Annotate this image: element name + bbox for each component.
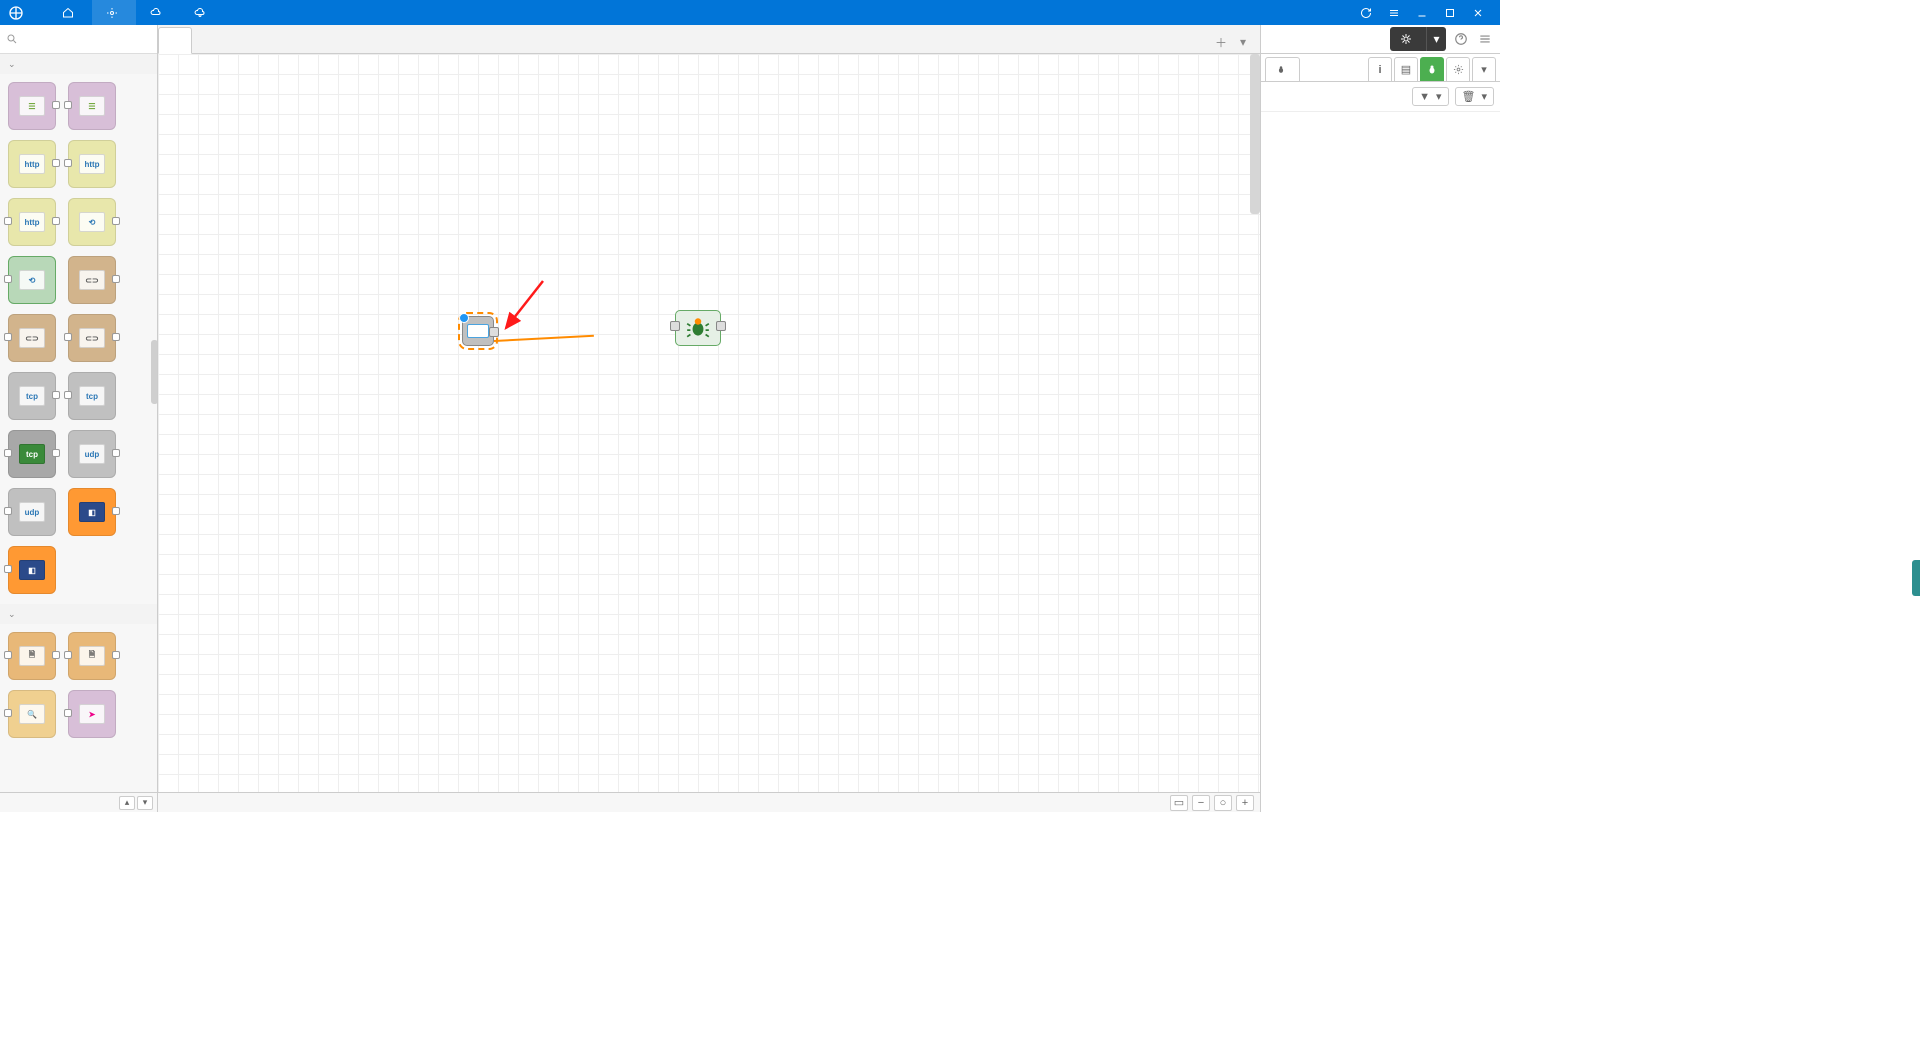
tabs-row: ＋ ▾ — [158, 25, 1260, 54]
node-port-out[interactable] — [489, 327, 499, 337]
tab-info-button[interactable]: i — [1368, 57, 1392, 81]
palette-node-http-in[interactable]: http — [8, 140, 56, 188]
palette: ⌄ ☰ ☰ http http http ⟲ ⟲ ⊂⊃ ⊂⊃ ⊂⊃ — [0, 25, 158, 812]
menu-collect[interactable] — [92, 0, 136, 25]
menu-home[interactable] — [48, 0, 92, 25]
filter-all-button[interactable]: 🗑 ▾ — [1455, 87, 1495, 106]
menu-cloudconf[interactable] — [180, 0, 224, 25]
palette-node-amqp-out[interactable]: ◧ — [8, 546, 56, 594]
palette-node-websocket[interactable]: ⟲ — [68, 198, 116, 246]
cloud-icon — [150, 7, 162, 19]
palette-node-udp-out[interactable]: udp — [8, 488, 56, 536]
tab-debug[interactable] — [1265, 57, 1300, 81]
map-toggle-button[interactable]: ▭ — [1170, 795, 1188, 811]
app-logo-icon — [8, 5, 24, 21]
flow-node-debug[interactable] — [675, 310, 721, 349]
menu-cloud[interactable] — [136, 0, 180, 25]
palette-scrollbar[interactable] — [151, 340, 157, 404]
right-filters: ▼ ▾ 🗑 ▾ — [1261, 82, 1500, 112]
right-tabs: i ▤ ▾ — [1261, 54, 1500, 82]
tcp-icon — [467, 324, 489, 338]
palette-node-udp-in[interactable]: udp — [68, 430, 116, 478]
palette-node-amqp-in[interactable]: ◧ — [68, 488, 116, 536]
search-icon — [6, 33, 18, 45]
maximize-icon[interactable] — [1436, 0, 1464, 25]
annotation-arrow-icon — [498, 276, 548, 336]
canvas-scrollbar[interactable] — [1250, 54, 1260, 214]
zoom-in-button[interactable]: + — [1236, 795, 1254, 811]
palette-footer: ▴ ▾ — [0, 792, 157, 812]
filter-icon: ▼ — [1419, 91, 1430, 103]
palette-node-serial-out[interactable]: ⊂⊃ — [8, 314, 56, 362]
node-port-in[interactable] — [670, 321, 680, 331]
chevron-down-icon: ⌄ — [8, 609, 16, 620]
palette-node-serial-request[interactable]: ⊂⊃ — [68, 314, 116, 362]
palette-search-input[interactable] — [22, 32, 151, 46]
palette-node-websocket2[interactable]: ⟲ — [8, 256, 56, 304]
flow-canvas[interactable] — [158, 54, 1260, 792]
gear-icon — [1453, 64, 1464, 75]
bug-icon — [1426, 64, 1438, 76]
close-icon[interactable] — [1464, 0, 1492, 25]
collect-icon — [106, 7, 118, 19]
bug-icon — [683, 315, 713, 341]
topbar — [0, 0, 1500, 25]
chevron-down-icon: ⌄ — [8, 59, 16, 70]
zoom-out-button[interactable]: − — [1192, 795, 1210, 811]
chevron-down-icon: ▾ — [1481, 90, 1487, 103]
deploy-button[interactable] — [1390, 27, 1426, 51]
palette-node-tcp-out[interactable]: tcp — [68, 372, 116, 420]
palette-search[interactable] — [0, 25, 157, 54]
palette-node-mqtt-in[interactable]: ☰ — [8, 82, 56, 130]
debug-panel-body — [1261, 112, 1500, 812]
node-port-out[interactable] — [716, 321, 726, 331]
category-network[interactable]: ⌄ — [0, 54, 157, 74]
minimize-icon[interactable] — [1408, 0, 1436, 25]
palette-node-mqtt-out[interactable]: ☰ — [68, 82, 116, 130]
statusbar: ▭ − ○ + — [158, 792, 1260, 812]
menu-icon[interactable] — [1476, 30, 1494, 48]
palette-up-button[interactable]: ▴ — [119, 796, 135, 810]
zoom-reset-button[interactable]: ○ — [1214, 795, 1232, 811]
palette-node-serial-in[interactable]: ⊂⊃ — [68, 256, 116, 304]
trash-icon: 🗑 — [1462, 90, 1476, 103]
help-icon[interactable] — [1452, 30, 1470, 48]
add-tab-button[interactable]: ＋ — [1210, 31, 1232, 53]
palette-node-tcp-request[interactable]: tcp — [8, 430, 56, 478]
filter-nodes-button[interactable]: ▼ ▾ — [1412, 87, 1448, 106]
palette-node-http-response[interactable]: http — [68, 140, 116, 188]
home-icon — [62, 7, 74, 19]
bug-icon — [1276, 65, 1286, 75]
palette-node-http-request[interactable]: http — [8, 198, 56, 246]
palette-node-read-file[interactable]: 🗎 — [68, 632, 116, 680]
palette-node-extra2[interactable]: ➤ — [68, 690, 116, 738]
refresh-icon[interactable] — [1352, 0, 1380, 25]
flow-node-tcp-in[interactable] — [462, 316, 494, 349]
category-storage[interactable]: ⌄ — [0, 604, 157, 624]
deploy-menu-button[interactable]: ▾ — [1426, 27, 1446, 51]
deploy-icon — [1400, 33, 1412, 45]
sidebar-right: ▾ i ▤ ▾ — [1260, 25, 1500, 812]
tab-book-button[interactable]: ▤ — [1394, 57, 1418, 81]
editor: ＋ ▾ — [158, 25, 1260, 812]
tab-menu-button[interactable]: ▾ — [1232, 31, 1254, 53]
palette-node-write-file[interactable]: 🗎 — [8, 632, 56, 680]
palette-node-extra1[interactable]: 🔍 — [8, 690, 56, 738]
chevron-down-icon: ▾ — [1436, 90, 1442, 103]
cloudconf-icon — [194, 7, 206, 19]
tab-debug-button[interactable] — [1420, 57, 1444, 81]
right-toolbar: ▾ — [1261, 25, 1500, 54]
status-dot-icon — [459, 313, 469, 323]
right-edge-handle[interactable] — [1912, 560, 1920, 596]
tab-config-button[interactable] — [1446, 57, 1470, 81]
tab-labview-tcp[interactable] — [158, 27, 192, 54]
palette-down-button[interactable]: ▾ — [137, 796, 153, 810]
tab-more-button[interactable]: ▾ — [1472, 57, 1496, 81]
palette-node-tcp-in[interactable]: tcp — [8, 372, 56, 420]
hamburger-icon[interactable] — [1380, 0, 1408, 25]
